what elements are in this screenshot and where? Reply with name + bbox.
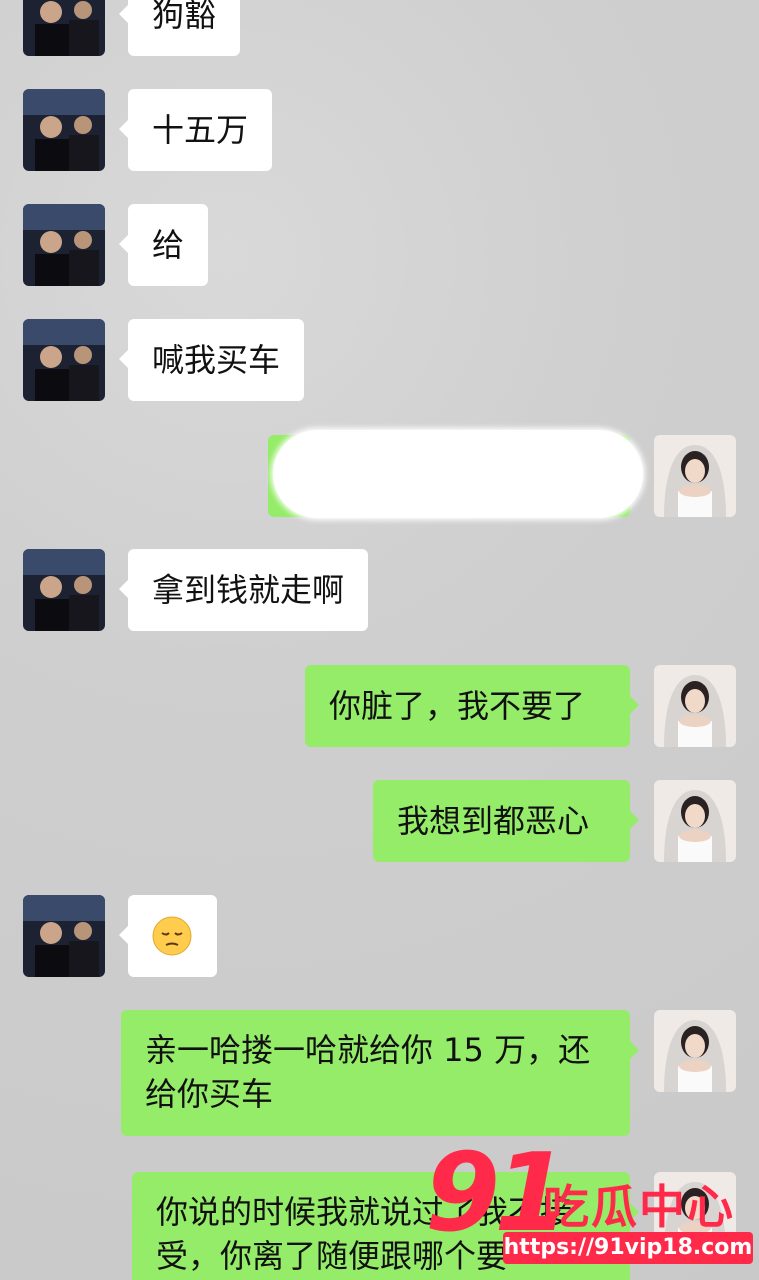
my-avatar[interactable] bbox=[654, 435, 736, 517]
redaction-scribble bbox=[273, 430, 643, 518]
my-avatar[interactable] bbox=[654, 1010, 736, 1092]
contact-avatar[interactable] bbox=[23, 89, 105, 171]
message-bubble-incoming[interactable] bbox=[119, 895, 217, 977]
contact-avatar[interactable] bbox=[23, 204, 105, 286]
message-text: 十五万 bbox=[152, 111, 249, 149]
my-avatar[interactable] bbox=[654, 665, 736, 747]
message-bubble-outgoing[interactable]: 我想到都恶心 bbox=[373, 780, 639, 862]
watermark-url: https://91vip18.com bbox=[503, 1232, 753, 1264]
message-text-line: 亲一哈搂一哈就给你 15 万，还 bbox=[145, 1031, 591, 1069]
message-bubble-incoming[interactable]: 狗豁 bbox=[118, 0, 241, 56]
message-text: 我想到都恶心 bbox=[397, 802, 590, 840]
my-avatar[interactable] bbox=[654, 780, 736, 862]
message-bubble-incoming[interactable]: 给 bbox=[118, 204, 209, 286]
message-bubble-incoming[interactable]: 十五万 bbox=[118, 89, 273, 171]
pensive-face-emoji-icon bbox=[152, 916, 192, 956]
message-text: 狗豁 bbox=[152, 0, 217, 34]
contact-avatar[interactable] bbox=[23, 319, 105, 401]
message-text: 喊我买车 bbox=[152, 341, 281, 379]
message-bubble-outgoing[interactable]: 亲一哈搂一哈就给你 15 万，还 给你买车 bbox=[121, 1010, 639, 1136]
contact-avatar[interactable] bbox=[23, 0, 105, 56]
message-text: 给 bbox=[152, 226, 185, 264]
message-text-line: 给你买车 bbox=[145, 1075, 274, 1113]
contact-avatar[interactable] bbox=[23, 895, 105, 977]
site-watermark: 91 吃瓜中心 https://91vip18.com bbox=[425, 1140, 755, 1270]
message-text: 你脏了，我不要了 bbox=[329, 687, 586, 725]
message-bubble-incoming[interactable]: 拿到钱就走啊 bbox=[118, 549, 369, 631]
watermark-brand: 吃瓜中心 bbox=[543, 1180, 735, 1234]
chat-screen: 狗豁 十五万 给 喊我买车 拿到钱就走啊 你脏了，我不要了 我想到都恶心 亲一哈… bbox=[0, 0, 759, 1280]
contact-avatar[interactable] bbox=[23, 549, 105, 631]
message-bubble-incoming[interactable]: 喊我买车 bbox=[118, 319, 305, 401]
message-bubble-outgoing[interactable]: 你脏了，我不要了 bbox=[305, 665, 639, 747]
message-text: 拿到钱就走啊 bbox=[152, 571, 345, 609]
